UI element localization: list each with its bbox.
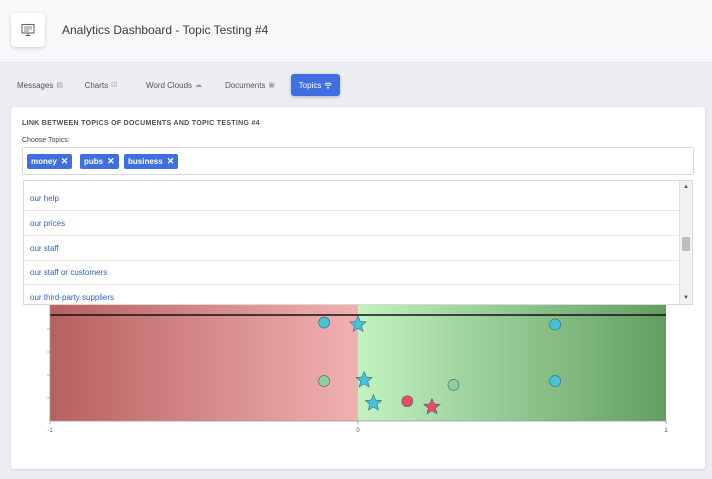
list-item[interactable]: our staff [24,237,680,261]
red-circle-point[interactable] [401,395,414,408]
list-item[interactable]: our prices [24,212,680,236]
tag-label: money [31,157,57,166]
remove-tag-icon[interactable]: ✕ [167,156,175,167]
x-tick-label: 1 [664,428,668,434]
tag-label: business [128,157,163,166]
tab-topics[interactable]: Topics [291,74,340,96]
tab-label: Messages [16,80,54,90]
cyan-circle-point[interactable] [549,375,561,387]
document-icon: ▣ [268,82,276,89]
app-header: Analytics Dashboard - Topic Testing #4 [0,0,712,63]
tab-documents[interactable]: Documents ▣ [221,74,279,96]
remove-tag-icon[interactable]: ✕ [107,156,115,167]
tab-label: Topics [298,80,322,90]
topic-multiselect[interactable]: money ✕ pubs ✕ business ✕ [22,147,694,175]
x-tick-label: -1 [47,428,53,434]
page-title: Analytics Dashboard - Topic Testing #4 [62,23,269,37]
list-item[interactable]: our third-party suppliers [24,286,680,304]
topic-tag-pubs[interactable]: pubs ✕ [80,154,119,169]
list-item[interactable]: our help [24,187,680,211]
message-icon: ▤ [56,82,64,89]
scroll-up-icon[interactable]: ▲ [683,184,689,190]
list-item[interactable]: our staff or customers [24,261,680,285]
tab-word-clouds[interactable]: Word Clouds ☁ [139,74,209,96]
tab-label: Charts [84,80,109,90]
green-circle-point[interactable] [318,375,330,387]
tag-label: pubs [84,157,104,166]
topic-dropdown-list[interactable]: our help our prices our staff our staff … [23,180,693,305]
scrollbar-thumb[interactable] [682,237,690,251]
tab-messages[interactable]: Messages ▤ [11,74,69,96]
tab-label: Word Clouds [145,80,193,90]
topic-tag-money[interactable]: money ✕ [27,154,73,169]
cyan-circle-point[interactable] [318,316,330,329]
scroll-down-icon[interactable]: ▼ [683,295,689,301]
remove-tag-icon[interactable]: ✕ [61,156,69,167]
topic-tag-business[interactable]: business ✕ [124,154,179,169]
wifi-icon [324,82,333,89]
presentation-board-icon [21,23,35,36]
app-logo[interactable] [11,13,45,47]
chart-icon: ☑ [111,82,118,89]
tab-label: Documents [224,80,266,90]
x-tick-label: 0 [356,428,360,434]
green-circle-point[interactable] [447,379,460,391]
dropdown-scrollbar[interactable]: ▲ ▼ [679,181,692,304]
topics-card: LINK BETWEEN TOPICS OF DOCUMENTS AND TOP… [11,107,705,469]
cloud-icon: ☁ [195,82,203,89]
tab-charts[interactable]: Charts ☑ [78,74,124,96]
cyan-circle-point[interactable] [549,318,561,331]
